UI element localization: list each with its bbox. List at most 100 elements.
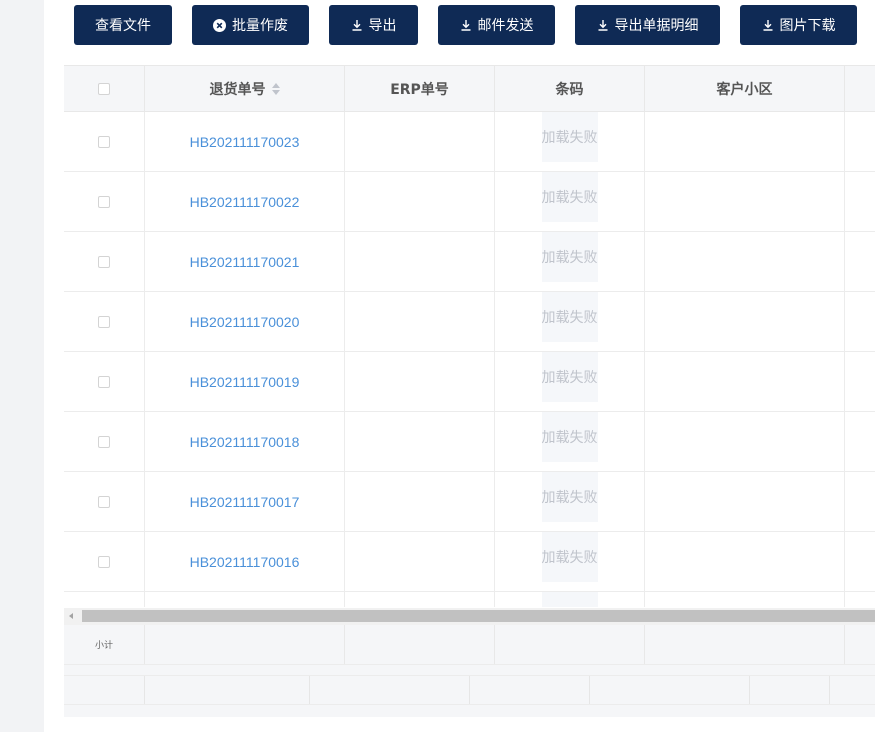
order-no-link[interactable]: HB202111170016 (190, 554, 300, 570)
order-no-cell: HB202111170018 (145, 412, 345, 471)
row-checkbox[interactable] (98, 135, 110, 148)
barcode-cell: 加载失败 (495, 532, 645, 591)
next-cell (845, 412, 875, 471)
barcode-cell: 加载失败 (495, 172, 645, 231)
download-icon (351, 19, 363, 31)
row-checkbox[interactable] (98, 555, 110, 568)
next-cell (845, 532, 875, 591)
barcode-cell: 加载失败 (495, 292, 645, 351)
table-row-partial (64, 592, 875, 607)
order-no-link[interactable]: HB202111170022 (190, 194, 300, 210)
barcode-image-placeholder: 加载失败 (541, 112, 598, 162)
horizontal-scrollbar[interactable] (64, 608, 875, 625)
summary-cell (495, 625, 645, 664)
row-checkbox[interactable] (98, 375, 110, 388)
export-details-button[interactable]: 导出单据明细 (575, 5, 720, 45)
table-header: 退货单号 ERP单号 条码 客户小区 (64, 65, 875, 112)
table-row: HB202111170020 加载失败 (64, 292, 875, 352)
row-checkbox[interactable] (98, 195, 110, 208)
summary-label-cell: 小计 (64, 625, 145, 664)
community-cell (645, 112, 845, 171)
barcode-cell: 加载失败 (495, 472, 645, 531)
community-cell (645, 172, 845, 231)
image-download-button[interactable]: 图片下载 (740, 5, 857, 45)
erp-no-cell (345, 352, 495, 411)
view-file-button[interactable]: 查看文件 (74, 5, 172, 45)
row-checkbox[interactable] (98, 315, 110, 328)
select-cell (64, 172, 145, 231)
summary-row: 小计 (64, 625, 875, 665)
data-table: 退货单号 ERP单号 条码 客户小区 HB202111170023 加载失败 H… (64, 65, 875, 717)
order-no-link[interactable]: HB202111170023 (190, 134, 300, 150)
erp-no-cell (345, 172, 495, 231)
summary-cell (345, 625, 495, 664)
select-cell (64, 592, 145, 607)
header-label: ERP单号 (390, 82, 449, 98)
table-footer (64, 665, 875, 717)
select-cell (64, 472, 145, 531)
header-return-order-no[interactable]: 退货单号 (145, 66, 345, 112)
header-customer-community: 客户小区 (645, 66, 845, 112)
footer-row (64, 675, 875, 705)
barcode-cell: 加载失败 (495, 232, 645, 291)
barcode-image-placeholder: 加载失败 (541, 532, 598, 582)
batch-void-button[interactable]: 批量作废 (192, 5, 309, 45)
footer-cell (145, 676, 310, 704)
table-row: HB202111170018 加载失败 (64, 412, 875, 472)
scrollbar-thumb[interactable] (82, 610, 875, 622)
close-circle-icon (213, 18, 226, 32)
select-cell (64, 232, 145, 291)
header-label: 退货单号 (209, 82, 266, 98)
community-cell (645, 592, 845, 607)
barcode-image-placeholder: 加载失败 (541, 172, 598, 222)
order-no-cell: HB202111170016 (145, 532, 345, 591)
select-cell (64, 112, 145, 171)
order-no-cell: HB202111170019 (145, 352, 345, 411)
select-all-checkbox[interactable] (98, 83, 110, 95)
barcode-image-placeholder: 加载失败 (541, 292, 598, 342)
footer-cell (64, 676, 145, 704)
summary-label: 小计 (94, 641, 113, 651)
barcode-cell: 加载失败 (495, 352, 645, 411)
barcode-cell: 加载失败 (495, 412, 645, 471)
order-no-link[interactable]: HB202111170017 (190, 494, 300, 510)
row-checkbox[interactable] (98, 495, 110, 508)
barcode-cell (495, 592, 645, 607)
barcode-image-placeholder: 加载失败 (541, 352, 598, 402)
summary-cell (645, 625, 845, 664)
left-sidebar-strip (0, 0, 44, 732)
header-label: 条码 (555, 82, 584, 98)
export-details-label: 导出单据明细 (614, 18, 699, 34)
community-cell (645, 532, 845, 591)
next-cell (845, 472, 875, 531)
erp-no-cell (345, 232, 495, 291)
image-download-label: 图片下载 (779, 18, 836, 34)
summary-cell (845, 625, 875, 664)
order-no-cell: HB202111170021 (145, 232, 345, 291)
sort-icon[interactable] (271, 83, 280, 95)
order-no-link[interactable]: HB202111170020 (190, 314, 300, 330)
header-select-cell (64, 66, 145, 112)
select-cell (64, 532, 145, 591)
order-no-link[interactable]: HB202111170021 (190, 254, 300, 270)
order-no-cell: HB202111170022 (145, 172, 345, 231)
table-row: HB202111170023 加载失败 (64, 112, 875, 172)
export-button[interactable]: 导出 (329, 5, 418, 45)
scroll-left-arrow-icon[interactable] (69, 613, 73, 619)
row-checkbox[interactable] (98, 255, 110, 268)
select-cell (64, 352, 145, 411)
table-row: HB202111170021 加载失败 (64, 232, 875, 292)
next-cell (845, 292, 875, 351)
export-label: 导出 (368, 18, 397, 34)
select-cell (64, 292, 145, 351)
row-checkbox[interactable] (98, 435, 110, 448)
header-erp-no: ERP单号 (345, 66, 495, 112)
email-send-button[interactable]: 邮件发送 (438, 5, 555, 45)
footer-cell (750, 676, 830, 704)
download-icon (762, 19, 774, 31)
community-cell (645, 352, 845, 411)
header-label: 客户小区 (716, 82, 773, 98)
next-cell (845, 112, 875, 171)
order-no-link[interactable]: HB202111170019 (190, 374, 300, 390)
order-no-link[interactable]: HB202111170018 (190, 434, 300, 450)
